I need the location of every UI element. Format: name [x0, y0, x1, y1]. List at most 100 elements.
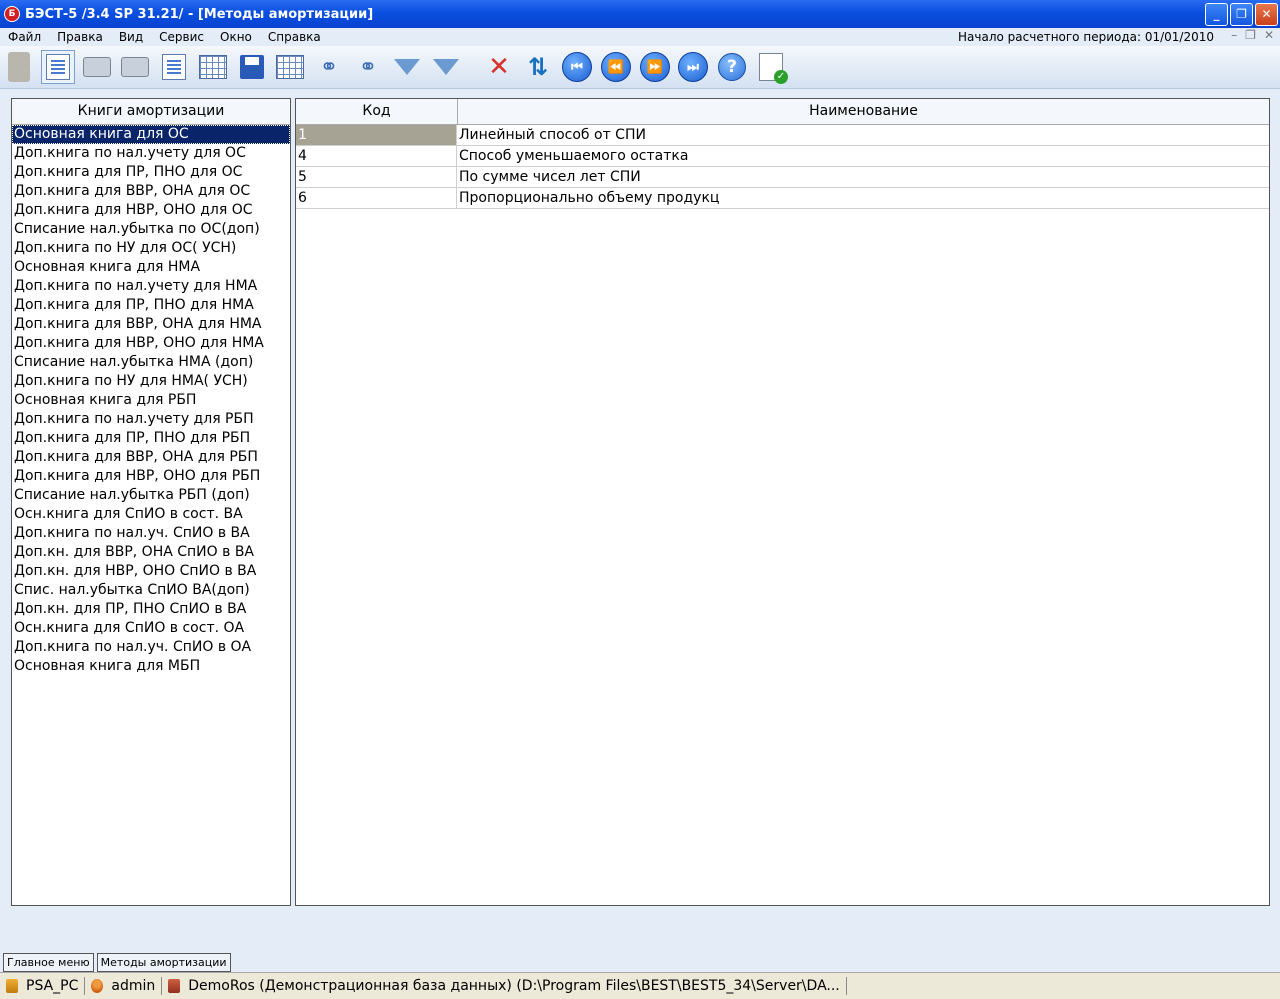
menu-window[interactable]: Окно: [212, 30, 260, 44]
tab-main-menu[interactable]: Главное меню: [3, 952, 94, 972]
cell-name[interactable]: Линейный способ от СПИ: [457, 125, 1269, 145]
app-icon[interactable]: Б: [4, 6, 20, 22]
list-item[interactable]: Доп.книга по НУ для НМА( УСН): [12, 372, 290, 391]
edit-button[interactable]: [157, 50, 191, 84]
find-next-button[interactable]: ⚭: [351, 50, 385, 84]
list-item[interactable]: Доп.книга для ВВР, ОНА для ОС: [12, 182, 290, 201]
status-computer: PSA_PC: [0, 977, 86, 995]
cell-name[interactable]: Пропорционально объему продукц: [457, 188, 1269, 208]
list-item[interactable]: Доп.кн. для ПР, ПНО СпИО в ВА: [12, 600, 290, 619]
table-row[interactable]: 1 Линейный способ от СПИ: [296, 125, 1269, 146]
list-item[interactable]: Доп.кн. для ВВР, ОНА СпИО в ВА: [12, 543, 290, 562]
list-item[interactable]: Доп.книга по нал.учету для ОС: [12, 144, 290, 163]
database-icon: [168, 979, 181, 993]
list-item[interactable]: Доп.книга по нал.уч. СпИО в ОА: [12, 638, 290, 657]
window-tabs: Главное меню Методы амортизации: [0, 952, 1280, 972]
tab-depreciation-methods[interactable]: Методы амортизации: [96, 952, 231, 972]
list-item[interactable]: Доп.книга для ПР, ПНО для ОС: [12, 163, 290, 182]
panel-button[interactable]: [2, 50, 36, 84]
mdi-close-button[interactable]: ✕: [1264, 28, 1274, 42]
cell-name[interactable]: По сумме чисел лет СПИ: [457, 167, 1269, 187]
list-item[interactable]: Доп.книга для ПР, ПНО для РБП: [12, 429, 290, 448]
report-button[interactable]: [41, 50, 75, 84]
sort-icon: ⇅: [527, 53, 549, 81]
save-icon: [240, 55, 264, 79]
find-next-icon: ⚭: [358, 54, 378, 80]
status-database: DemoRos (Демонстрационная база данных) (…: [162, 977, 847, 995]
confirm-button[interactable]: [754, 50, 788, 84]
menu-edit[interactable]: Правка: [49, 30, 111, 44]
mdi-minimize-button[interactable]: –: [1231, 28, 1237, 42]
table-header: Код Наименование: [296, 99, 1269, 125]
list-item[interactable]: Доп.книга для НВР, ОНО для НМА: [12, 334, 290, 353]
print-button[interactable]: [80, 50, 114, 84]
cell-code[interactable]: 5: [296, 167, 457, 187]
list-item[interactable]: Доп.книга для ВВР, ОНА для РБП: [12, 448, 290, 467]
column-header-code[interactable]: Код: [296, 99, 458, 124]
list-item[interactable]: Списание нал.убытка по ОС(доп): [12, 220, 290, 239]
list-item[interactable]: Основная книга для РБП: [12, 391, 290, 410]
list-item[interactable]: Основная книга для ОС: [12, 125, 290, 144]
close-button[interactable]: ✕: [1255, 3, 1278, 26]
list-item[interactable]: Основная книга для МБП: [12, 657, 290, 676]
mdi-restore-button[interactable]: ❐: [1245, 28, 1256, 42]
list-item[interactable]: Доп.книга для ПР, ПНО для НМА: [12, 296, 290, 315]
previous-record-icon: ⏪: [601, 52, 631, 82]
sort-button[interactable]: ⇅: [521, 50, 555, 84]
print-preview-button[interactable]: [118, 50, 152, 84]
cell-code[interactable]: 1: [296, 125, 457, 145]
list-item[interactable]: Доп.книга по нал.учету для РБП: [12, 410, 290, 429]
help-button[interactable]: ?: [715, 50, 749, 84]
filter-button[interactable]: [390, 50, 424, 84]
delete-record-button[interactable]: [273, 50, 307, 84]
list-item[interactable]: Доп.книга для НВР, ОНО для РБП: [12, 467, 290, 486]
list-item[interactable]: Доп.книга по НУ для ОС( УСН): [12, 239, 290, 258]
previous-record-button[interactable]: ⏪: [599, 50, 633, 84]
list-item[interactable]: Списание нал.убытка НМА (доп): [12, 353, 290, 372]
cell-name[interactable]: Способ уменьшаемого остатка: [457, 146, 1269, 166]
clear-filter-button[interactable]: ✕: [482, 50, 516, 84]
first-record-button[interactable]: ⏮: [560, 50, 594, 84]
cell-code[interactable]: 6: [296, 188, 457, 208]
save-button[interactable]: [235, 50, 269, 84]
title-bar: Б БЭСТ-5 /3.4 SP 31.21/ - [Методы аморти…: [0, 0, 1280, 28]
menu-help[interactable]: Справка: [260, 30, 329, 44]
edit-icon: [162, 54, 186, 80]
report-icon: [46, 54, 70, 80]
window-title: БЭСТ-5 /3.4 SP 31.21/ - [Методы амортиза…: [25, 6, 374, 22]
computer-icon: [6, 979, 18, 993]
filter-dropdown-button[interactable]: [429, 50, 463, 84]
list-item[interactable]: Осн.книга для СпИО в сост. ОА: [12, 619, 290, 638]
table-row[interactable]: 5 По сумме чисел лет СПИ: [296, 167, 1269, 188]
column-header-name[interactable]: Наименование: [458, 99, 1269, 124]
list-item[interactable]: Осн.книга для СпИО в сост. ВА: [12, 505, 290, 524]
table-row[interactable]: 4 Способ уменьшаемого остатка: [296, 146, 1269, 167]
table-row[interactable]: 6 Пропорционально объему продукц: [296, 188, 1269, 209]
books-header: Книги амортизации: [12, 99, 290, 125]
next-record-icon: ⏩: [640, 52, 670, 82]
help-icon: ?: [718, 53, 746, 81]
list-item[interactable]: Доп.книга по нал.учету для НМА: [12, 277, 290, 296]
menu-service[interactable]: Сервис: [151, 30, 212, 44]
methods-table: Код Наименование 1 Линейный способ от СПИ…: [295, 98, 1270, 906]
menu-view[interactable]: Вид: [111, 30, 151, 44]
find-button[interactable]: ⚭: [312, 50, 346, 84]
minimize-button[interactable]: _: [1205, 3, 1228, 26]
list-item[interactable]: Доп.книга по нал.уч. СпИО в ВА: [12, 524, 290, 543]
list-item[interactable]: Основная книга для НМА: [12, 258, 290, 277]
cell-code[interactable]: 4: [296, 146, 457, 166]
list-item[interactable]: Доп.кн. для НВР, ОНО СпИО в ВА: [12, 562, 290, 581]
panel-icon: [8, 52, 30, 82]
filter-icon: [394, 59, 420, 75]
list-item[interactable]: Списание нал.убытка РБП (доп): [12, 486, 290, 505]
list-item[interactable]: Спис. нал.убытка СпИО ВА(доп): [12, 581, 290, 600]
menu-bar: Файл Правка Вид Сервис Окно Справка Нача…: [0, 28, 1280, 46]
add-record-button[interactable]: [196, 50, 230, 84]
next-record-button[interactable]: ⏩: [638, 50, 672, 84]
menu-file[interactable]: Файл: [0, 30, 49, 44]
filter-dropdown-icon: [433, 59, 459, 75]
list-item[interactable]: Доп.книга для НВР, ОНО для ОС: [12, 201, 290, 220]
last-record-button[interactable]: ⏭: [676, 50, 710, 84]
list-item[interactable]: Доп.книга для ВВР, ОНА для НМА: [12, 315, 290, 334]
maximize-button[interactable]: ❐: [1230, 3, 1253, 26]
